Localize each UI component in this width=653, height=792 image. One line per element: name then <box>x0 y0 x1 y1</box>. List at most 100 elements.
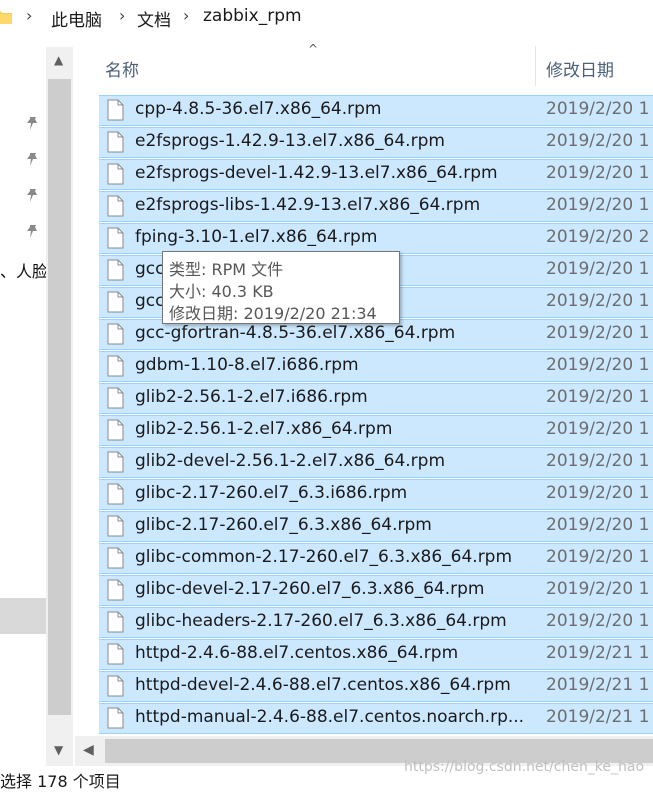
file-name: gcc-gfortran-4.8.5-36.el7.x86_64.rpm <box>135 323 456 343</box>
file-icon <box>107 515 124 537</box>
file-icon <box>107 227 124 249</box>
status-bar: 已选择 178 个项目 https://blog.csdn.net/chen_k… <box>0 759 653 791</box>
chevron-right-icon[interactable]: › <box>119 6 125 25</box>
file-row[interactable]: e2fsprogs-devel-1.42.9-13.el7.x86_64.rpm… <box>99 159 653 190</box>
file-icon <box>107 131 124 153</box>
chevron-right-icon[interactable]: › <box>26 6 32 25</box>
file-name: httpd-2.4.6-88.el7.centos.x86_64.rpm <box>135 643 459 663</box>
file-icon <box>107 323 124 345</box>
column-date-modified[interactable]: 修改日期 <box>546 56 614 81</box>
scroll-left-icon[interactable]: ◀ <box>83 742 94 758</box>
file-row[interactable]: e2fsprogs-libs-1.42.9-13.el7.x86_64.rpm 2… <box>99 191 653 222</box>
file-row[interactable]: glib2-2.56.1-2.el7.i686.rpm 2019/2/20 1 <box>99 383 653 414</box>
file-date: 2019/2/20 2 <box>546 227 650 247</box>
file-row[interactable]: fping-3.10-1.el7.x86_64.rpm 2019/2/20 2 <box>99 223 653 254</box>
file-row[interactable]: glibc-headers-2.17-260.el7_6.3.x86_64.rp… <box>99 607 653 638</box>
file-icon <box>107 611 124 633</box>
file-row[interactable]: glibc-2.17-260.el7_6.3.i686.rpm 2019/2/20… <box>99 479 653 510</box>
file-icon <box>107 195 124 217</box>
file-row[interactable]: glibc-common-2.17-260.el7_6.3.x86_64.rpm… <box>99 543 653 574</box>
breadcrumb-this-pc[interactable]: 此电脑 <box>51 6 102 31</box>
address-bar[interactable]: › 此电脑 › 文档 › zabbix_rpm <box>0 0 653 37</box>
file-name: httpd-manual-2.4.6-88.el7.centos.noarch.… <box>135 707 525 727</box>
pin-icon[interactable] <box>25 188 39 204</box>
file-icon <box>107 355 124 377</box>
breadcrumb-documents[interactable]: 文档 <box>137 6 171 31</box>
file-name: glibc-devel-2.17-260.el7_6.3.x86_64.rpm <box>135 579 485 599</box>
file-name: glibc-common-2.17-260.el7_6.3.x86_64.rpm <box>135 547 513 567</box>
file-date: 2019/2/20 1 <box>546 419 650 439</box>
tooltip-size: 大小: 40.3 KB <box>169 282 274 301</box>
nav-item-selected[interactable] <box>0 598 46 634</box>
file-icon <box>107 419 124 441</box>
selection-count: 已选择 178 个项目 <box>0 772 121 791</box>
file-name: e2fsprogs-1.42.9-13.el7.x86_64.rpm <box>135 131 445 151</box>
file-row[interactable]: glib2-2.56.1-2.el7.x86_64.rpm 2019/2/20 1 <box>99 415 653 446</box>
file-row[interactable]: cpp-4.8.5-36.el7.x86_64.rpm 2019/2/20 1 <box>99 95 653 126</box>
file-icon <box>107 547 124 569</box>
file-name: glib2-devel-2.56.1-2.el7.x86_64.rpm <box>135 451 446 471</box>
nav-scrollbar[interactable]: ▲ ▼ <box>46 47 73 766</box>
file-date: 2019/2/21 1 <box>546 643 650 663</box>
file-date: 2019/2/20 1 <box>546 547 650 567</box>
file-row[interactable]: glibc-devel-2.17-260.el7_6.3.x86_64.rpm 2… <box>99 575 653 606</box>
pin-icon[interactable] <box>25 116 39 132</box>
nav-item-label[interactable]: 、人脸 <box>0 258 48 282</box>
file-name: glibc-2.17-260.el7_6.3.x86_64.rpm <box>135 515 432 535</box>
file-date: 2019/2/20 1 <box>546 291 650 311</box>
column-divider[interactable] <box>535 46 536 86</box>
file-row[interactable]: gdbm-1.10-8.el7.i686.rpm 2019/2/20 1 <box>99 351 653 382</box>
file-date: 2019/2/20 1 <box>546 131 650 151</box>
file-icon <box>107 451 124 473</box>
file-icon <box>107 579 124 601</box>
file-tooltip: 类型: RPM 文件 大小: 40.3 KB 修改日期: 2019/2/20 2… <box>162 251 400 324</box>
file-row[interactable]: httpd-devel-2.4.6-88.el7.centos.x86_64.r… <box>99 671 653 702</box>
file-date: 2019/2/20 1 <box>546 163 650 183</box>
file-name: fping-3.10-1.el7.x86_64.rpm <box>135 227 378 247</box>
sort-ascending-icon: ^ <box>308 42 319 56</box>
column-header: ^ 名称 修改日期 <box>75 36 653 96</box>
file-name: httpd-devel-2.4.6-88.el7.centos.x86_64.r… <box>135 675 511 695</box>
file-date: 2019/2/20 1 <box>546 515 650 535</box>
file-date: 2019/2/20 1 <box>546 611 650 631</box>
tooltip-type: 类型: RPM 文件 <box>169 260 284 279</box>
file-name: e2fsprogs-libs-1.42.9-13.el7.x86_64.rpm <box>135 195 481 215</box>
file-name: glibc-2.17-260.el7_6.3.i686.rpm <box>135 483 408 503</box>
file-row[interactable]: httpd-2.4.6-88.el7.centos.x86_64.rpm 2019… <box>99 639 653 670</box>
file-icon <box>107 99 124 121</box>
file-icon <box>107 291 124 313</box>
file-name: glib2-2.56.1-2.el7.x86_64.rpm <box>135 419 393 439</box>
file-date: 2019/2/20 1 <box>546 387 650 407</box>
file-date: 2019/2/21 1 <box>546 675 650 695</box>
file-row[interactable]: e2fsprogs-1.42.9-13.el7.x86_64.rpm 2019/2… <box>99 127 653 158</box>
file-name: glib2-2.56.1-2.el7.i686.rpm <box>135 387 368 407</box>
column-name[interactable]: 名称 <box>105 56 139 81</box>
file-name: cpp-4.8.5-36.el7.x86_64.rpm <box>135 99 382 119</box>
file-icon <box>107 675 124 697</box>
file-icon <box>107 483 124 505</box>
file-row[interactable]: httpd-manual-2.4.6-88.el7.centos.noarch.… <box>99 703 653 734</box>
file-row[interactable]: glibc-2.17-260.el7_6.3.x86_64.rpm 2019/2/… <box>99 511 653 542</box>
file-name: gdbm-1.10-8.el7.i686.rpm <box>135 355 359 375</box>
scroll-up-icon[interactable]: ▲ <box>54 53 63 67</box>
file-name: glibc-headers-2.17-260.el7_6.3.x86_64.rp… <box>135 611 507 631</box>
chevron-right-icon[interactable]: › <box>183 6 189 25</box>
file-row[interactable]: glib2-devel-2.56.1-2.el7.x86_64.rpm 2019/… <box>99 447 653 478</box>
file-icon <box>107 163 124 185</box>
pin-icon[interactable] <box>25 152 39 168</box>
breadcrumb-current-folder[interactable]: zabbix_rpm <box>203 6 302 26</box>
file-date: 2019/2/20 1 <box>546 99 650 119</box>
scroll-down-icon[interactable]: ▼ <box>54 743 63 757</box>
file-name: e2fsprogs-devel-1.42.9-13.el7.x86_64.rpm <box>135 163 498 183</box>
tooltip-date: 修改日期: 2019/2/20 21:34 <box>169 304 377 323</box>
scrollbar-thumb[interactable] <box>48 79 71 715</box>
file-date: 2019/2/20 1 <box>546 579 650 599</box>
file-date: 2019/2/20 1 <box>546 483 650 503</box>
file-date: 2019/2/20 1 <box>546 259 650 279</box>
file-list[interactable]: cpp-4.8.5-36.el7.x86_64.rpm 2019/2/20 1 e2… <box>99 95 653 735</box>
watermark: https://blog.csdn.net/chen_ke_hao <box>404 759 645 775</box>
file-icon <box>107 643 124 665</box>
file-icon <box>107 387 124 409</box>
file-icon <box>107 707 124 729</box>
pin-icon[interactable] <box>25 224 39 240</box>
